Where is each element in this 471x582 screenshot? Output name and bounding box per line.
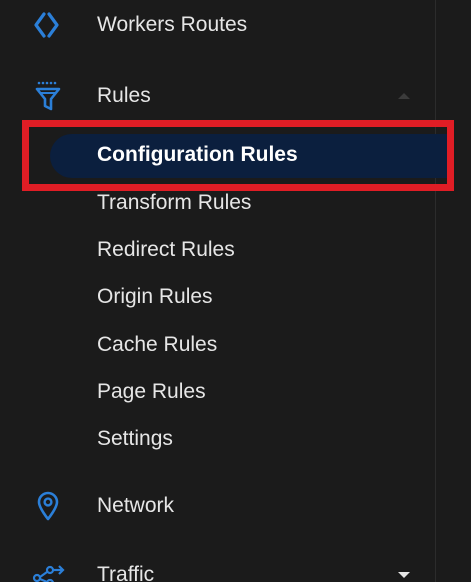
sub-label-page-rules: Page Rules: [97, 380, 206, 403]
nav-item-network[interactable]: Network: [0, 483, 435, 529]
nav-label-network: Network: [97, 494, 175, 517]
highlight-annotation-box: [22, 120, 454, 191]
sub-label-cache-rules: Cache Rules: [97, 333, 218, 356]
chevron-down-icon[interactable]: [396, 569, 412, 581]
nav-item-workers-routes[interactable]: Workers Routes: [0, 2, 435, 48]
sub-item-page-rules[interactable]: Page Rules: [0, 372, 435, 412]
sub-item-settings[interactable]: Settings: [0, 419, 435, 459]
funnel-icon: [30, 78, 66, 114]
location-pin-icon: [30, 488, 66, 524]
sub-label-transform-rules: Transform Rules: [97, 191, 252, 214]
sidebar-divider: [435, 0, 436, 582]
sub-label-redirect-rules: Redirect Rules: [97, 238, 235, 261]
sub-item-origin-rules[interactable]: Origin Rules: [0, 277, 435, 317]
nav-item-traffic[interactable]: Traffic: [0, 552, 435, 582]
network-graph-icon: [30, 557, 66, 582]
nav-label-traffic: Traffic: [97, 563, 155, 582]
workers-icon: [30, 7, 66, 43]
nav-item-rules[interactable]: Rules: [0, 73, 435, 119]
chevron-up-icon[interactable]: [396, 90, 412, 102]
sub-label-origin-rules: Origin Rules: [97, 285, 213, 308]
sub-label-settings: Settings: [97, 427, 173, 450]
nav-label-workers-routes: Workers Routes: [97, 13, 248, 36]
nav-label-rules: Rules: [97, 84, 151, 107]
sub-item-cache-rules[interactable]: Cache Rules: [0, 325, 435, 365]
sidebar-nav: Workers Routes Rules Configuration Rules: [0, 0, 471, 582]
sub-item-redirect-rules[interactable]: Redirect Rules: [0, 230, 435, 270]
